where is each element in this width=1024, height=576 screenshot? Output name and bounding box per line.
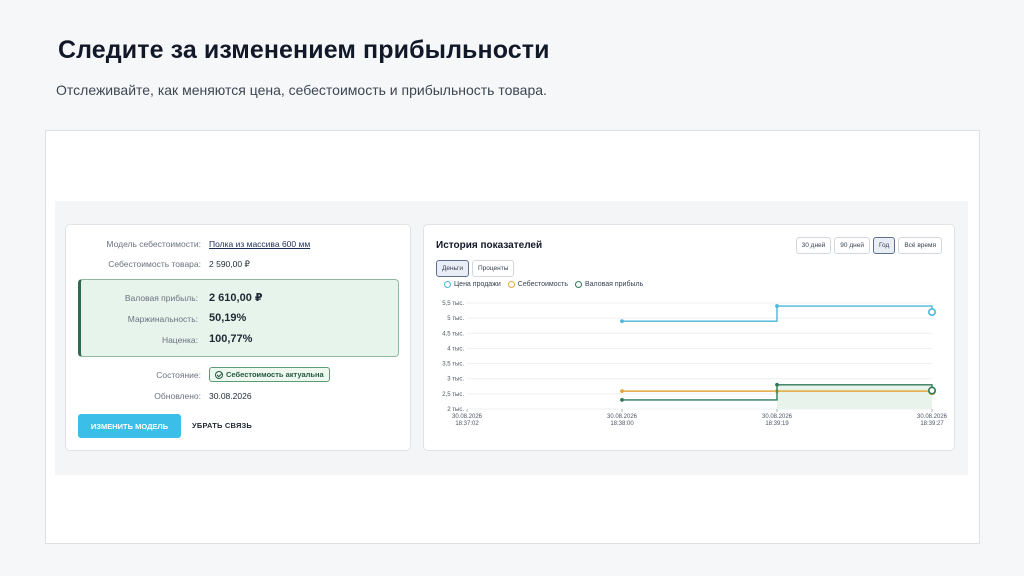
x-tick-time: 18:37:02 xyxy=(455,421,479,427)
app-panel: Модель себестоимости: Полка из массива 6… xyxy=(55,201,968,475)
x-tick-date: 30.08.2026 xyxy=(917,414,948,420)
y-tick-label: 2,5 тыс. xyxy=(442,392,464,398)
history-chart: 5,5 тыс. 5 тыс. 4,5 тыс. 4 тыс. 3,5 тыс. 3 ты… xyxy=(442,301,948,427)
x-tick-date: 30.08.2026 xyxy=(452,414,483,420)
model-label: Модель себестоимости: xyxy=(106,239,201,249)
markup-label: Наценка: xyxy=(161,335,198,345)
gross-profit-label: Валовая прибыль: xyxy=(124,293,198,303)
updated-value: 30.08.2026 xyxy=(209,391,252,401)
history-card: История показателей 30 дней 90 дней Год … xyxy=(423,224,955,451)
unlink-button[interactable]: УБРАТЬ СВЯЗЬ xyxy=(192,421,252,430)
margin-label: Маржинальность: xyxy=(127,314,198,324)
gross-profit-value: 2 610,00 ₽ xyxy=(209,292,263,304)
data-point-price xyxy=(775,304,779,308)
margin-value: 50,19% xyxy=(209,312,247,324)
markup-value: 100,77% xyxy=(209,333,253,345)
x-tick-time: 18:39:19 xyxy=(765,421,789,427)
x-tick-time: 18:38:00 xyxy=(610,421,634,427)
x-tick-time: 18:39:27 xyxy=(920,421,944,427)
x-tick-date: 30.08.2026 xyxy=(607,414,638,420)
cost-label: Себестоимость товара: xyxy=(108,259,201,269)
hero-title: Следите за изменением прибыльности xyxy=(58,36,550,64)
profit-summary-box: Валовая прибыль: 2 610,00 ₽ Маржинальнос… xyxy=(78,279,399,357)
check-circle-icon xyxy=(215,370,223,379)
series-line-price xyxy=(622,305,933,322)
cost-value: 2 590,00 ₽ xyxy=(209,259,250,269)
x-tick-date: 30.08.2026 xyxy=(762,414,793,420)
updated-label: Обновлено: xyxy=(154,391,201,401)
data-point-price xyxy=(620,319,624,324)
y-tick-label: 4,5 тыс. xyxy=(442,331,464,337)
y-tick-label: 5 тыс. xyxy=(447,316,464,322)
hero-subtitle: Отслеживайте, как меняются цена, себесто… xyxy=(56,82,547,98)
status-badge: Себестоимость актуальна xyxy=(209,367,330,382)
data-point-price xyxy=(927,308,936,317)
model-link[interactable]: Полка из массива 600 мм xyxy=(209,239,310,249)
data-point-cost xyxy=(620,389,624,394)
y-tick-label: 5,5 тыс. xyxy=(442,301,464,307)
y-tick-label: 2 тыс. xyxy=(447,407,464,413)
status-label: Состояние: xyxy=(156,370,201,380)
data-point-profit xyxy=(620,398,624,402)
status-badge-text: Себестоимость актуальна xyxy=(226,370,324,379)
profit-area xyxy=(777,384,932,409)
change-model-button[interactable]: ИЗМЕНИТЬ МОДЕЛЬ xyxy=(78,414,181,438)
y-tick-label: 4 тыс. xyxy=(447,346,464,352)
data-point-profit xyxy=(927,386,936,395)
y-tick-label: 3,5 тыс. xyxy=(442,362,464,368)
data-point-profit xyxy=(775,382,779,387)
cost-details-card: Модель себестоимости: Полка из массива 6… xyxy=(65,224,411,451)
screenshot-frame: Модель себестоимости: Полка из массива 6… xyxy=(45,130,980,544)
y-tick-label: 3 тыс. xyxy=(447,377,464,383)
